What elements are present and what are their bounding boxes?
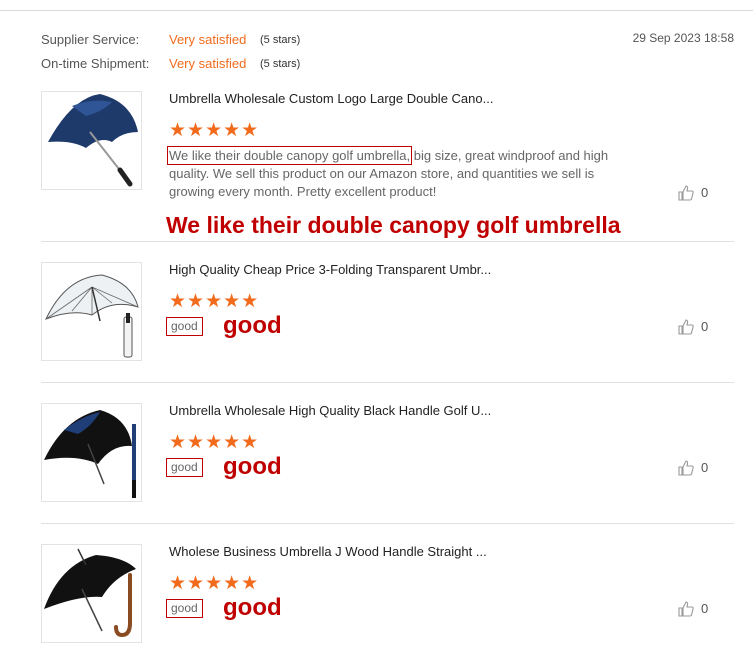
like-count: 0: [701, 601, 709, 616]
like-button[interactable]: 0: [677, 459, 717, 479]
review-text: We like their double canopy golf umbrell…: [166, 146, 621, 201]
product-title[interactable]: High Quality Cheap Price 3-Folding Trans…: [169, 262, 491, 277]
black-golf-umbrella-image: [44, 410, 136, 498]
review-divider: [41, 241, 734, 242]
annotation-text: good: [223, 312, 282, 339]
product-title[interactable]: Umbrella Wholesale Custom Logo Large Dou…: [169, 91, 493, 106]
ontime-shipment-label: On-time Shipment:: [41, 56, 150, 71]
product-thumbnail[interactable]: [41, 544, 142, 643]
review-divider: [41, 382, 734, 383]
supplier-service-label: Supplier Service:: [41, 32, 140, 47]
product-thumbnail[interactable]: [41, 403, 142, 502]
review-text: good: [166, 599, 203, 618]
annotation-text: good: [223, 594, 282, 621]
product-title[interactable]: Umbrella Wholesale High Quality Black Ha…: [169, 403, 491, 418]
annotation-text: good: [223, 453, 282, 480]
ontime-shipment-value: Very satisfied: [169, 56, 247, 71]
thumbs-up-icon: [678, 460, 694, 476]
wood-handle-umbrella-image: [44, 548, 136, 638]
like-count: 0: [701, 185, 709, 200]
like-count: 0: [701, 319, 709, 334]
ontime-shipment-stars: (5 stars): [260, 58, 301, 70]
product-title[interactable]: Wholese Business Umbrella J Wood Handle …: [169, 544, 487, 559]
like-button[interactable]: 0: [677, 318, 717, 338]
review-text: good: [166, 317, 203, 336]
product-thumbnail[interactable]: [41, 262, 142, 361]
like-count: 0: [701, 460, 709, 475]
highlighted-phrase: We like their double canopy golf umbrell…: [166, 146, 413, 165]
supplier-service-stars: (5 stars): [260, 34, 301, 46]
product-thumbnail[interactable]: [41, 91, 142, 190]
rating-stars: ★★★★★: [169, 432, 260, 453]
thumbs-up-icon: [678, 319, 694, 335]
supplier-service-value: Very satisfied: [169, 32, 247, 47]
navy-golf-umbrella-image: [48, 94, 138, 187]
review-date: 29 Sep 2023 18:58: [632, 31, 734, 45]
review-text: good: [166, 458, 203, 477]
thumbs-up-icon: [678, 601, 694, 617]
like-button[interactable]: 0: [677, 600, 717, 620]
thumbs-up-icon: [678, 185, 694, 201]
rating-stars: ★★★★★: [169, 120, 260, 141]
like-button[interactable]: 0: [677, 184, 717, 204]
annotation-text: We like their double canopy golf umbrell…: [166, 212, 621, 238]
rating-stars: ★★★★★: [169, 291, 260, 312]
review-divider: [41, 523, 734, 524]
rating-stars: ★★★★★: [169, 573, 260, 594]
top-divider: [0, 10, 753, 11]
transparent-umbrella-image: [45, 274, 139, 358]
